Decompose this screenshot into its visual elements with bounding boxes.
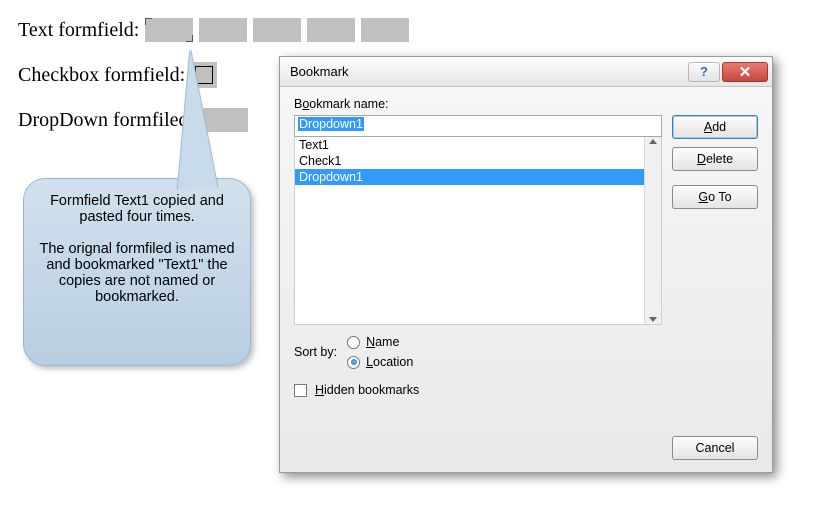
dialog-title: Bookmark <box>290 64 686 79</box>
help-button[interactable]: ? <box>688 62 720 82</box>
scroll-down-icon[interactable] <box>649 317 657 322</box>
sort-location-label: Location <box>366 355 413 369</box>
bookmark-name-label: Bookmark name: <box>294 97 758 111</box>
text-formfield-1[interactable] <box>145 18 193 42</box>
dropdown-formfield-label: DropDown formfiled: <box>18 109 194 132</box>
list-item[interactable]: Check1 <box>295 153 644 169</box>
hidden-bookmarks-label: Hidden bookmarks <box>315 383 419 397</box>
bookmark-name-input[interactable]: Dropdown1 <box>294 115 662 137</box>
text-formfield-5[interactable] <box>361 18 409 42</box>
delete-button[interactable]: Delete <box>672 147 758 171</box>
text-formfield-label: Text formfield: <box>18 19 139 42</box>
list-item[interactable]: Text1 <box>295 137 644 153</box>
cancel-button[interactable]: Cancel <box>672 436 758 460</box>
bookmark-list-items: Text1 Check1 Dropdown1 <box>295 137 644 324</box>
sort-by-label: Sort by: <box>294 345 337 359</box>
text-formfield-3[interactable] <box>253 18 301 42</box>
add-button[interactable]: Add <box>672 115 758 139</box>
bookmark-dialog: Bookmark ? ✕ Bookmark name: Dropdown1 Te… <box>279 56 773 473</box>
callout-text-1: Formfield Text1 copied and pasted four t… <box>36 193 238 225</box>
checkbox-formfield-label: Checkbox formfield: <box>18 64 185 87</box>
goto-button[interactable]: Go To <box>672 185 758 209</box>
hidden-bookmarks-checkbox[interactable] <box>294 384 307 397</box>
sort-location-radio[interactable] <box>347 356 360 369</box>
titlebar[interactable]: Bookmark ? ✕ <box>280 57 772 87</box>
scroll-up-icon[interactable] <box>649 139 657 144</box>
doc-row-text: Text formfield: <box>18 18 806 42</box>
sort-name-label: Name <box>366 335 399 349</box>
callout-bubble: Formfield Text1 copied and pasted four t… <box>23 178 251 366</box>
sort-name-radio[interactable] <box>347 336 360 349</box>
text-formfield-4[interactable] <box>307 18 355 42</box>
callout-text-2: The orignal formfiled is named and bookm… <box>36 241 238 305</box>
list-item[interactable]: Dropdown1 <box>295 169 644 185</box>
text-formfield-2[interactable] <box>199 18 247 42</box>
bookmark-listbox[interactable]: Text1 Check1 Dropdown1 <box>294 137 662 325</box>
listbox-scrollbar[interactable] <box>644 137 661 324</box>
close-button[interactable]: ✕ <box>722 62 768 82</box>
